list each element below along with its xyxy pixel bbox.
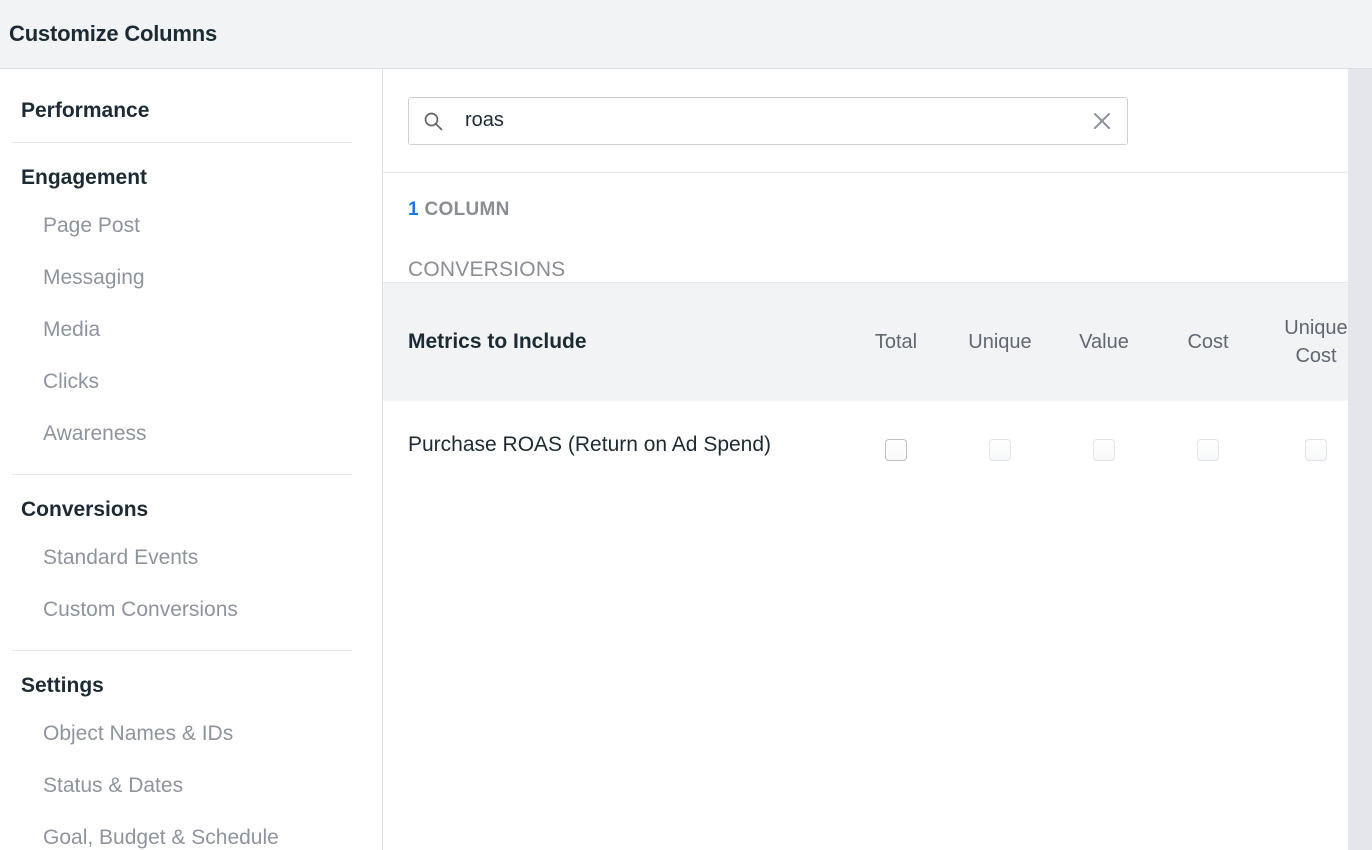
metrics-table: Metrics to Include Total Unique Value Co… — [383, 282, 1372, 499]
dialog-body: Performance Engagement Page Post Messagi… — [0, 69, 1372, 850]
table-row: Purchase ROAS (Return on Ad Spend) — [383, 401, 1372, 499]
sidebar-group-label-conversions[interactable]: Conversions — [0, 495, 382, 525]
sidebar-item-status-dates[interactable]: Status & Dates — [0, 760, 382, 812]
sidebar-item-custom-conversions[interactable]: Custom Conversions — [0, 584, 382, 636]
sidebar-item-page-post[interactable]: Page Post — [0, 200, 382, 252]
search-icon — [423, 111, 443, 131]
checkbox-total[interactable] — [885, 439, 907, 461]
sidebar-group-label-settings[interactable]: Settings — [0, 671, 382, 701]
results-summary: 1 COLUMN CONVERSIONS — [383, 173, 1372, 282]
category-heading: CONVERSIONS — [408, 258, 1372, 282]
close-icon[interactable] — [1089, 108, 1115, 134]
checkbox-value[interactable] — [1093, 439, 1115, 461]
column-count-number: 1 — [408, 199, 419, 220]
search-input[interactable] — [443, 109, 1089, 132]
sidebar[interactable]: Performance Engagement Page Post Messagi… — [0, 69, 383, 850]
column-header-total: Total — [844, 328, 948, 356]
checkbox-cost[interactable] — [1197, 439, 1219, 461]
customize-columns-dialog: Customize Columns Performance Engagement… — [0, 0, 1372, 850]
sidebar-divider — [12, 474, 352, 475]
vertical-scrollbar[interactable] — [1348, 69, 1372, 850]
sidebar-divider — [12, 650, 352, 651]
checkbox-cell-total — [844, 427, 948, 461]
sidebar-group-label-engagement[interactable]: Engagement — [0, 163, 382, 193]
table-header-row: Metrics to Include Total Unique Value Co… — [383, 282, 1372, 401]
sidebar-item-standard-events[interactable]: Standard Events — [0, 532, 382, 584]
sidebar-group-label-performance[interactable]: Performance — [0, 96, 382, 126]
checkbox-unique-cost[interactable] — [1305, 439, 1327, 461]
sidebar-item-messaging[interactable]: Messaging — [0, 252, 382, 304]
sidebar-item-goal-budget-schedule[interactable]: Goal, Budget & Schedule — [0, 812, 382, 850]
checkbox-cell-cost — [1156, 427, 1260, 461]
sidebar-item-object-names-ids[interactable]: Object Names & IDs — [0, 708, 382, 760]
column-count-label: COLUMN — [424, 199, 509, 220]
sidebar-group-conversions: Conversions Standard Events Custom Conve… — [0, 495, 382, 636]
content-panel: 1 COLUMN CONVERSIONS Metrics to Include … — [383, 69, 1372, 850]
checkbox-cell-value — [1052, 427, 1156, 461]
sidebar-group-settings: Settings Object Names & IDs Status & Dat… — [0, 671, 382, 850]
checkbox-cell-unique — [948, 427, 1052, 461]
search-area — [383, 69, 1372, 173]
page-title: Customize Columns — [9, 21, 217, 47]
metric-label-purchase-roas: Purchase ROAS (Return on Ad Spend) — [383, 427, 844, 463]
checkbox-unique[interactable] — [989, 439, 1011, 461]
sidebar-group-engagement: Engagement Page Post Messaging Media Cli… — [0, 163, 382, 460]
sidebar-group-performance: Performance — [0, 96, 382, 126]
column-header-value: Value — [1052, 328, 1156, 356]
search-box[interactable] — [408, 97, 1128, 145]
column-header-unique: Unique — [948, 328, 1052, 356]
column-header-cost: Cost — [1156, 328, 1260, 356]
column-count: 1 COLUMN — [408, 199, 1372, 221]
sidebar-item-media[interactable]: Media — [0, 304, 382, 356]
column-header-metrics: Metrics to Include — [383, 330, 844, 354]
sidebar-divider — [12, 142, 352, 143]
dialog-header: Customize Columns — [0, 0, 1372, 69]
sidebar-item-awareness[interactable]: Awareness — [0, 408, 382, 460]
sidebar-item-clicks[interactable]: Clicks — [0, 356, 382, 408]
